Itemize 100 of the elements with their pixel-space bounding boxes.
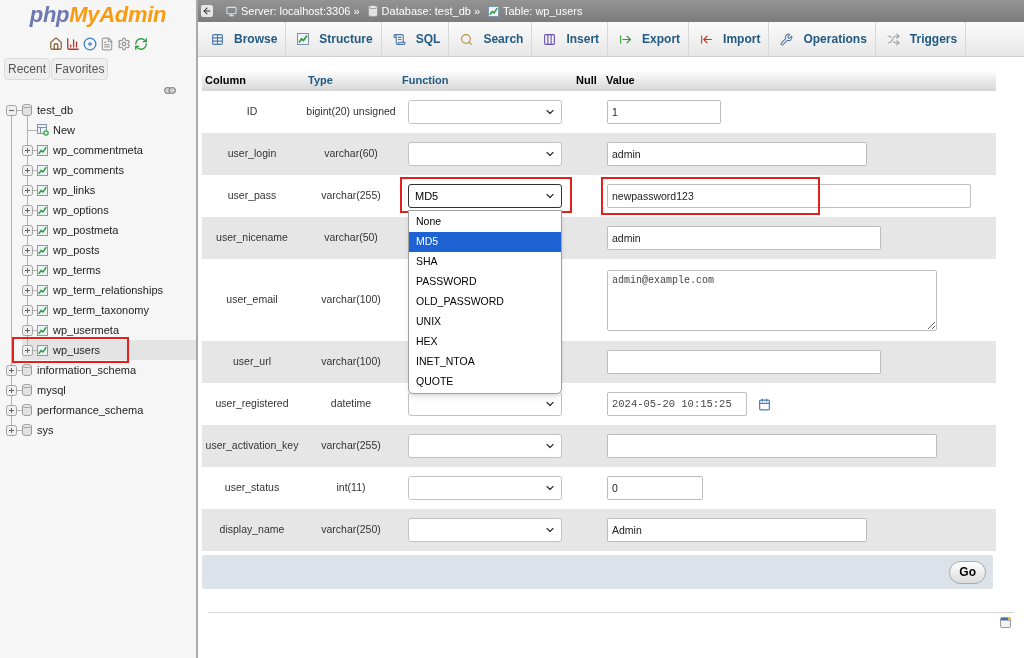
tab[interactable]: Import [689, 22, 770, 56]
column-type: int(11) [336, 480, 366, 496]
table-icon [37, 144, 48, 156]
tab[interactable]: Export [608, 22, 690, 56]
table-chart-icon [297, 33, 310, 45]
plus-icon[interactable] [22, 284, 33, 296]
breadcrumb-link[interactable]: Server: localhost:3306 [241, 2, 351, 20]
collapse-button[interactable] [201, 5, 213, 17]
tab[interactable]: Operations [769, 22, 876, 56]
function-select[interactable] [408, 392, 562, 416]
column-name: ID [246, 104, 258, 120]
function-select[interactable]: MD5 [408, 184, 562, 208]
tree-item[interactable]: wp_postmeta [22, 220, 196, 240]
value-textarea[interactable]: admin@example.com [607, 269, 937, 331]
column-header: Null [576, 74, 597, 87]
plus-icon[interactable] [22, 304, 33, 316]
tree-item[interactable]: wp_commentmeta [22, 140, 196, 160]
tree-item[interactable]: New [22, 120, 196, 140]
plus-icon[interactable] [22, 164, 33, 176]
value-field[interactable]: Admin [607, 518, 867, 542]
column-header: Type [308, 74, 333, 87]
dropdown-option[interactable]: None [409, 212, 561, 232]
plus-icon[interactable] [22, 264, 33, 276]
table-icon [37, 164, 48, 176]
refresh-icon[interactable] [133, 37, 148, 51]
plus-icon[interactable] [6, 384, 17, 396]
scroll-icon [392, 32, 406, 46]
tree-item[interactable]: performance_schema [0, 400, 196, 420]
dropdown-option[interactable]: UNIX [409, 312, 561, 332]
column-name: user_url [233, 354, 271, 370]
bar-chart-icon[interactable] [65, 37, 80, 51]
dropdown-option[interactable]: MD5 [409, 232, 561, 252]
column-type: varchar(255) [321, 438, 381, 454]
tree-item[interactable]: wp_comments [22, 160, 196, 180]
tree-item[interactable]: test_db [0, 100, 196, 120]
link-icon[interactable] [164, 86, 176, 94]
dropdown-option[interactable]: QUOTE [409, 372, 561, 392]
monitor-icon [226, 5, 237, 17]
tree-item[interactable]: wp_options [22, 200, 196, 220]
plus-icon[interactable] [22, 144, 33, 156]
dropdown-option[interactable]: OLD_PASSWORD [409, 292, 561, 312]
console-icon[interactable] [1000, 617, 1011, 628]
tab[interactable]: Search [449, 22, 533, 56]
dropdown-option[interactable]: INET_NTOA [409, 352, 561, 372]
value-field[interactable]: admin [607, 142, 867, 166]
logo-text[interactable]: phpMyAdmin [29, 4, 167, 32]
value-field[interactable]: admin [607, 226, 881, 250]
nav-button[interactable]: Favorites [51, 58, 109, 80]
plus-icon[interactable] [22, 324, 33, 336]
value-field[interactable]: 0 [607, 476, 703, 500]
dropdown-option[interactable]: SHA [409, 252, 561, 272]
tree-item[interactable]: mysql [0, 380, 196, 400]
arrow-right-icon [619, 32, 633, 46]
tab[interactable]: Browse [200, 22, 287, 56]
plus-icon[interactable] [6, 404, 17, 416]
column-type: varchar(255) [321, 188, 381, 204]
column-type: varchar(100) [321, 354, 381, 370]
disc-icon[interactable] [82, 37, 97, 51]
tree-item[interactable]: wp_terms [22, 260, 196, 280]
plus-icon[interactable] [22, 244, 33, 256]
date-field[interactable]: 2024-05-20 10:15:25 [607, 392, 747, 416]
plus-icon[interactable] [22, 344, 33, 356]
tree-item[interactable]: wp_posts [22, 240, 196, 260]
plus-icon[interactable] [22, 184, 33, 196]
shuffle-icon [886, 32, 900, 46]
search-icon [460, 32, 474, 46]
tab[interactable]: Insert [532, 22, 609, 56]
column-header: Function [402, 74, 449, 87]
dropdown-option[interactable]: PASSWORD [409, 272, 561, 292]
tab[interactable]: SQL [381, 22, 450, 56]
column-type: datetime [330, 396, 372, 412]
plus-icon[interactable] [22, 224, 33, 236]
database-icon [22, 424, 32, 436]
plus-icon[interactable] [22, 204, 33, 216]
tab[interactable]: Triggers [875, 22, 967, 56]
settings-icon[interactable] [116, 37, 131, 51]
column-name: user_registered [215, 396, 289, 412]
nav-button[interactable]: Recent [4, 58, 51, 80]
home-icon[interactable] [48, 37, 63, 51]
tree-item[interactable]: sys [0, 420, 196, 440]
go-button[interactable]: Go [949, 560, 986, 584]
tab[interactable]: Structure [286, 22, 382, 56]
plus-icon[interactable] [6, 424, 17, 436]
plus-icon[interactable] [6, 364, 17, 376]
breadcrumb-link[interactable]: Table: wp_users [503, 2, 583, 20]
tree-item[interactable]: wp_links [22, 180, 196, 200]
dropdown-option[interactable]: HEX [409, 332, 561, 352]
minus-icon[interactable] [6, 104, 17, 116]
column-header: Column [205, 74, 246, 87]
tree-item[interactable]: wp_term_relationships [22, 280, 196, 300]
tree-item[interactable]: wp_term_taxonomy [22, 300, 196, 320]
calendar-icon[interactable] [758, 397, 771, 411]
tree-item[interactable]: wp_usermeta [22, 320, 196, 340]
wrench-icon [780, 32, 794, 46]
value-field[interactable]: newpassword123 [607, 184, 971, 208]
value-field[interactable] [607, 350, 881, 374]
value-field[interactable]: 1 [607, 100, 721, 124]
breadcrumb-link[interactable]: Database: test_db [381, 2, 471, 20]
tree-item[interactable]: information_schema [0, 360, 196, 380]
value-field[interactable] [607, 434, 937, 458]
